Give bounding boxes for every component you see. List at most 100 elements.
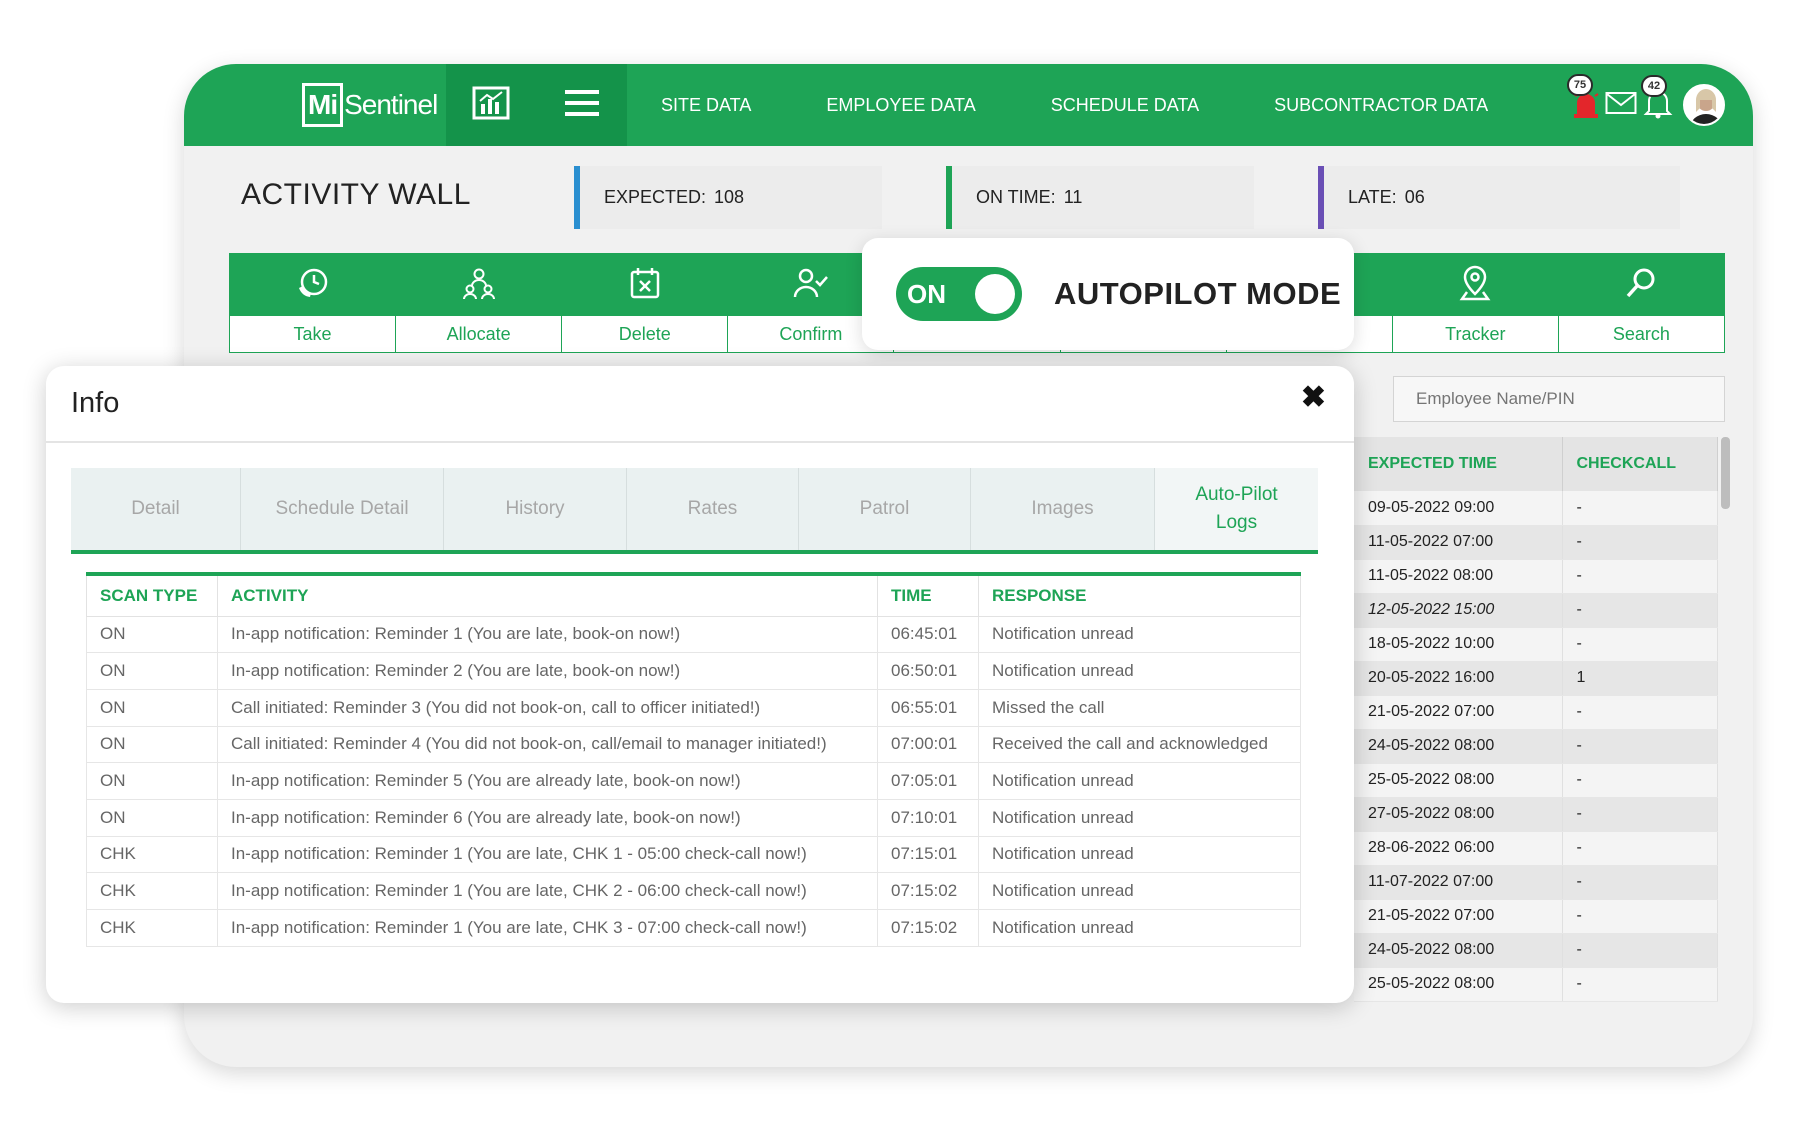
scan-type-cell: ON <box>86 762 218 800</box>
take-button[interactable]: Take <box>230 254 397 352</box>
schedule-table-scrollbar[interactable] <box>1721 437 1730 509</box>
table-row[interactable]: CHK In-app notification: Reminder 1 (You … <box>86 909 1301 947</box>
activity-cell: In-app notification: Reminder 6 (You are… <box>217 798 878 837</box>
header-scan-type[interactable]: SCAN TYPE <box>86 573 218 617</box>
scan-type-cell: CHK <box>86 872 218 910</box>
tab-auto-pilot-logs[interactable]: Auto-Pilot Logs <box>1155 468 1318 550</box>
nav-schedule-data[interactable]: SCHEDULE DATA <box>1051 95 1199 116</box>
team-allocate-icon <box>461 266 497 305</box>
menu-hamburger-icon[interactable] <box>563 87 601 124</box>
allocate-button[interactable]: Allocate <box>396 254 563 352</box>
header-time[interactable]: TIME <box>877 573 979 617</box>
tab-rates[interactable]: Rates <box>627 468 799 550</box>
table-row[interactable]: 21-05-2022 07:00- <box>1354 695 1718 730</box>
expected-time-cell: 12-05-2022 15:00 <box>1354 593 1563 628</box>
nav-site-data[interactable]: SITE DATA <box>661 95 751 116</box>
user-avatar[interactable] <box>1683 84 1725 126</box>
close-icon[interactable]: ✖ <box>1301 380 1326 415</box>
table-row[interactable]: ON In-app notification: Reminder 5 (You a… <box>86 762 1301 800</box>
checkcall-cell: - <box>1562 729 1718 764</box>
page-title: ACTIVITY WALL <box>241 178 471 211</box>
employee-search-input[interactable] <box>1393 376 1725 422</box>
table-row[interactable]: CHK In-app notification: Reminder 1 (You … <box>86 872 1301 910</box>
activity-cell: In-app notification: Reminder 1 (You are… <box>217 835 878 874</box>
tab-history[interactable]: History <box>444 468 627 550</box>
activity-cell: In-app notification: Reminder 1 (You are… <box>217 909 878 947</box>
table-row[interactable]: 21-05-2022 07:00- <box>1354 899 1718 934</box>
table-row[interactable]: 11-05-2022 08:00- <box>1354 559 1718 594</box>
autopilot-toggle[interactable]: ON <box>896 267 1022 321</box>
alarm-button[interactable]: 75 <box>1567 73 1603 125</box>
response-cell: Notification unread <box>978 798 1301 837</box>
tracker-label: Tracker <box>1392 316 1558 352</box>
table-row[interactable]: 24-05-2022 08:00- <box>1354 933 1718 968</box>
time-cell: 06:50:01 <box>877 652 979 690</box>
table-row[interactable]: 28-06-2022 06:00- <box>1354 831 1718 866</box>
expected-time-cell: 25-05-2022 08:00 <box>1354 763 1563 798</box>
top-navigation-bar: Mi Sentinel SITE DATA EMPLOYEE DATA SCHE… <box>184 64 1753 146</box>
nav-employee-data[interactable]: EMPLOYEE DATA <box>826 95 975 116</box>
checkcall-cell: 1 <box>1562 661 1718 696</box>
checkcall-cell: - <box>1562 491 1718 526</box>
logo-mark: Mi <box>302 83 344 127</box>
table-row[interactable]: ON Call initiated: Reminder 3 (You did no… <box>86 688 1301 727</box>
dashboard-chart-icon[interactable] <box>472 86 510 125</box>
table-row[interactable]: 18-05-2022 10:00- <box>1354 627 1718 662</box>
scan-type-cell: CHK <box>86 909 218 947</box>
tab-patrol[interactable]: Patrol <box>799 468 971 550</box>
table-row[interactable]: ON In-app notification: Reminder 6 (You a… <box>86 798 1301 837</box>
nav-subcontractor-data[interactable]: SUBCONTRACTOR DATA <box>1274 95 1488 116</box>
response-cell: Notification unread <box>978 835 1301 874</box>
allocate-label: Allocate <box>396 316 562 352</box>
tab-images[interactable]: Images <box>971 468 1155 550</box>
expected-time-cell: 28-06-2022 06:00 <box>1354 831 1563 866</box>
search-button[interactable]: Search <box>1558 254 1724 352</box>
expected-time-cell: 09-05-2022 09:00 <box>1354 491 1563 526</box>
location-pin-icon <box>1458 264 1492 307</box>
tab-detail[interactable]: Detail <box>71 468 241 550</box>
header-checkcall[interactable]: CHECKCALL <box>1562 437 1718 491</box>
table-row[interactable]: ON In-app notification: Reminder 2 (You a… <box>86 652 1301 690</box>
table-row[interactable]: 25-05-2022 08:00- <box>1354 763 1718 798</box>
bell-button[interactable]: 42 <box>1641 74 1673 124</box>
user-check-icon <box>793 267 829 304</box>
table-row[interactable]: 12-05-2022 15:00- <box>1354 593 1718 628</box>
table-row[interactable]: CHK In-app notification: Reminder 1 (You … <box>86 835 1301 874</box>
table-row[interactable]: 24-05-2022 08:00- <box>1354 729 1718 764</box>
tab-schedule-detail[interactable]: Schedule Detail <box>241 468 444 550</box>
logo[interactable]: Mi Sentinel <box>302 81 438 129</box>
table-row[interactable]: 20-05-2022 16:00 1 <box>1354 661 1718 696</box>
expected-time-cell: 27-05-2022 08:00 <box>1354 797 1563 832</box>
alarm-siren-icon <box>1569 87 1603 124</box>
time-cell: 07:00:01 <box>877 725 979 764</box>
activity-cell: In-app notification: Reminder 5 (You are… <box>217 762 878 800</box>
table-row[interactable]: ON Call initiated: Reminder 4 (You did no… <box>86 725 1301 764</box>
header-expected-time[interactable]: EXPECTED TIME <box>1354 437 1563 491</box>
clock-phone-icon <box>296 266 330 305</box>
table-row[interactable]: 09-05-2022 09:00- <box>1354 491 1718 526</box>
table-row[interactable]: 25-05-2022 08:00- <box>1354 967 1718 1002</box>
response-cell: Notification unread <box>978 872 1301 910</box>
search-label: Search <box>1558 316 1724 352</box>
delete-button[interactable]: Delete <box>562 254 729 352</box>
time-cell: 07:05:01 <box>877 762 979 800</box>
activity-cell: In-app notification: Reminder 2 (You are… <box>217 652 878 690</box>
table-row[interactable]: 27-05-2022 08:00- <box>1354 797 1718 832</box>
take-label: Take <box>230 316 396 352</box>
header-response[interactable]: RESPONSE <box>978 573 1301 617</box>
modal-title: Info <box>71 387 120 419</box>
toggle-knob <box>975 274 1015 314</box>
mail-icon[interactable] <box>1605 91 1637 120</box>
top-right-icons: 75 42 <box>1555 73 1725 130</box>
checkcall-cell: - <box>1562 695 1718 730</box>
expected-time-cell: 20-05-2022 16:00 <box>1354 661 1563 696</box>
activity-cell: Call initiated: Reminder 4 (You did not … <box>217 725 878 764</box>
activity-cell: In-app notification: Reminder 1 (You are… <box>217 872 878 910</box>
header-activity[interactable]: ACTIVITY <box>217 573 878 617</box>
time-cell: 07:10:01 <box>877 798 979 837</box>
table-row[interactable]: 11-05-2022 07:00- <box>1354 525 1718 560</box>
tracker-button[interactable]: Tracker <box>1392 254 1559 352</box>
table-row[interactable]: ON In-app notification: Reminder 1 (You a… <box>86 615 1301 654</box>
table-row[interactable]: 11-07-2022 07:00- <box>1354 865 1718 900</box>
checkcall-cell: - <box>1562 559 1718 594</box>
